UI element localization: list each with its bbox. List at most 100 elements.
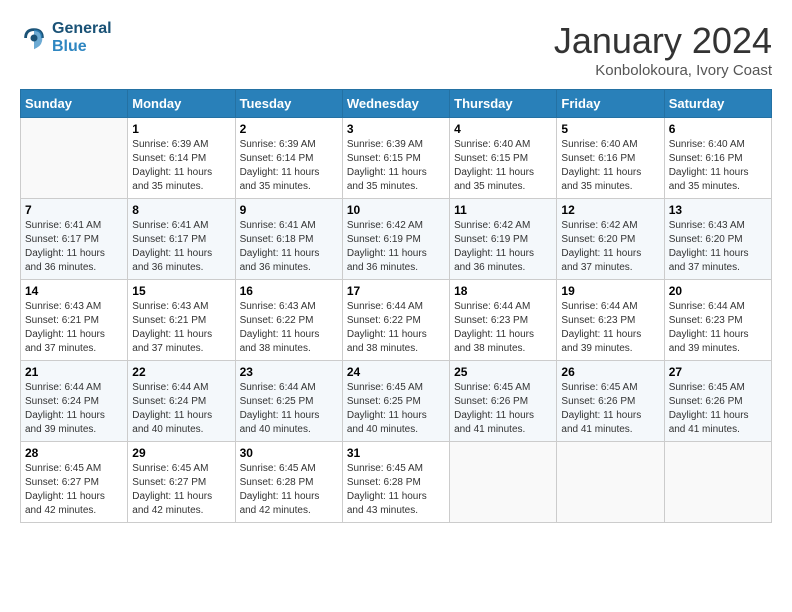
day-info: Sunrise: 6:44 AM Sunset: 6:23 PM Dayligh…	[454, 300, 552, 356]
day-number: 18	[454, 284, 552, 298]
day-info: Sunrise: 6:43 AM Sunset: 6:22 PM Dayligh…	[240, 300, 338, 356]
day-info: Sunrise: 6:39 AM Sunset: 6:15 PM Dayligh…	[347, 138, 445, 194]
day-info: Sunrise: 6:40 AM Sunset: 6:16 PM Dayligh…	[561, 138, 659, 194]
calendar-cell: 13 Sunrise: 6:43 AM Sunset: 6:20 PM Dayli…	[664, 199, 771, 280]
calendar-week-row: 21 Sunrise: 6:44 AM Sunset: 6:24 PM Dayli…	[21, 361, 772, 442]
calendar-cell: 31Sunrise: 6:45 AM Sunset: 6:28 PM Dayli…	[342, 442, 449, 523]
day-number: 26	[561, 365, 659, 379]
weekday-header: Saturday	[664, 90, 771, 118]
calendar-cell: 19Sunrise: 6:44 AM Sunset: 6:23 PM Dayli…	[557, 280, 664, 361]
day-info: Sunrise: 6:45 AM Sunset: 6:25 PM Dayligh…	[347, 381, 445, 437]
day-number: 6	[669, 122, 767, 136]
calendar-cell: 10Sunrise: 6:42 AM Sunset: 6:19 PM Dayli…	[342, 199, 449, 280]
calendar-cell	[450, 442, 557, 523]
calendar-cell: 25Sunrise: 6:45 AM Sunset: 6:26 PM Dayli…	[450, 361, 557, 442]
day-number: 29	[132, 446, 230, 460]
day-number: 15	[132, 284, 230, 298]
day-number: 16	[240, 284, 338, 298]
day-info: Sunrise: 6:42 AM Sunset: 6:19 PM Dayligh…	[347, 219, 445, 275]
day-number: 8	[132, 203, 230, 217]
calendar-cell: 28 Sunrise: 6:45 AM Sunset: 6:27 PM Dayli…	[21, 442, 128, 523]
logo: General Blue	[20, 20, 112, 55]
calendar-cell: 26 Sunrise: 6:45 AM Sunset: 6:26 PM Dayli…	[557, 361, 664, 442]
page-header: General Blue January 2024 Konbolokoura, …	[20, 20, 772, 79]
day-number: 23	[240, 365, 338, 379]
calendar-cell: 9 Sunrise: 6:41 AM Sunset: 6:18 PM Daylig…	[235, 199, 342, 280]
day-number: 28	[25, 446, 123, 460]
day-info: Sunrise: 6:41 AM Sunset: 6:17 PM Dayligh…	[132, 219, 230, 275]
title-block: January 2024 Konbolokoura, Ivory Coast	[554, 20, 772, 79]
day-info: Sunrise: 6:45 AM Sunset: 6:26 PM Dayligh…	[454, 381, 552, 437]
day-info: Sunrise: 6:44 AM Sunset: 6:24 PM Dayligh…	[132, 381, 230, 437]
day-number: 17	[347, 284, 445, 298]
day-info: Sunrise: 6:41 AM Sunset: 6:17 PM Dayligh…	[25, 219, 123, 275]
calendar-body: 1Sunrise: 6:39 AM Sunset: 6:14 PM Daylig…	[21, 118, 772, 523]
calendar-cell: 29 Sunrise: 6:45 AM Sunset: 6:27 PM Dayli…	[128, 442, 235, 523]
day-number: 9	[240, 203, 338, 217]
calendar-title: January 2024	[554, 20, 772, 62]
day-info: Sunrise: 6:43 AM Sunset: 6:20 PM Dayligh…	[669, 219, 767, 275]
calendar-cell: 15Sunrise: 6:43 AM Sunset: 6:21 PM Dayli…	[128, 280, 235, 361]
weekday-header: Tuesday	[235, 90, 342, 118]
calendar-cell: 21 Sunrise: 6:44 AM Sunset: 6:24 PM Dayli…	[21, 361, 128, 442]
calendar-cell: 16 Sunrise: 6:43 AM Sunset: 6:22 PM Dayli…	[235, 280, 342, 361]
calendar-cell: 24 Sunrise: 6:45 AM Sunset: 6:25 PM Dayli…	[342, 361, 449, 442]
logo-text: General Blue	[52, 20, 112, 55]
day-number: 4	[454, 122, 552, 136]
day-info: Sunrise: 6:42 AM Sunset: 6:19 PM Dayligh…	[454, 219, 552, 275]
calendar-cell: 22Sunrise: 6:44 AM Sunset: 6:24 PM Dayli…	[128, 361, 235, 442]
day-info: Sunrise: 6:45 AM Sunset: 6:27 PM Dayligh…	[132, 462, 230, 518]
day-number: 21	[25, 365, 123, 379]
day-info: Sunrise: 6:44 AM Sunset: 6:23 PM Dayligh…	[561, 300, 659, 356]
calendar-cell: 30 Sunrise: 6:45 AM Sunset: 6:28 PM Dayli…	[235, 442, 342, 523]
weekday-header: Monday	[128, 90, 235, 118]
day-info: Sunrise: 6:40 AM Sunset: 6:15 PM Dayligh…	[454, 138, 552, 194]
calendar-cell: 4 Sunrise: 6:40 AM Sunset: 6:15 PM Daylig…	[450, 118, 557, 199]
day-number: 7	[25, 203, 123, 217]
day-number: 13	[669, 203, 767, 217]
calendar-cell: 3 Sunrise: 6:39 AM Sunset: 6:15 PM Daylig…	[342, 118, 449, 199]
day-info: Sunrise: 6:45 AM Sunset: 6:27 PM Dayligh…	[25, 462, 123, 518]
calendar-week-row: 28 Sunrise: 6:45 AM Sunset: 6:27 PM Dayli…	[21, 442, 772, 523]
weekday-header: Thursday	[450, 90, 557, 118]
day-number: 2	[240, 122, 338, 136]
calendar-cell: 1Sunrise: 6:39 AM Sunset: 6:14 PM Daylig…	[128, 118, 235, 199]
day-number: 12	[561, 203, 659, 217]
day-number: 30	[240, 446, 338, 460]
calendar-cell: 11 Sunrise: 6:42 AM Sunset: 6:19 PM Dayli…	[450, 199, 557, 280]
day-info: Sunrise: 6:43 AM Sunset: 6:21 PM Dayligh…	[25, 300, 123, 356]
calendar-header-row: SundayMondayTuesdayWednesdayThursdayFrid…	[21, 90, 772, 118]
day-number: 11	[454, 203, 552, 217]
logo-icon	[20, 24, 48, 52]
calendar-cell: 5Sunrise: 6:40 AM Sunset: 6:16 PM Daylig…	[557, 118, 664, 199]
weekday-header: Sunday	[21, 90, 128, 118]
day-number: 3	[347, 122, 445, 136]
day-info: Sunrise: 6:45 AM Sunset: 6:26 PM Dayligh…	[561, 381, 659, 437]
calendar-cell: 7 Sunrise: 6:41 AM Sunset: 6:17 PM Daylig…	[21, 199, 128, 280]
calendar-week-row: 7 Sunrise: 6:41 AM Sunset: 6:17 PM Daylig…	[21, 199, 772, 280]
day-info: Sunrise: 6:39 AM Sunset: 6:14 PM Dayligh…	[240, 138, 338, 194]
day-number: 14	[25, 284, 123, 298]
calendar-cell: 8 Sunrise: 6:41 AM Sunset: 6:17 PM Daylig…	[128, 199, 235, 280]
day-info: Sunrise: 6:39 AM Sunset: 6:14 PM Dayligh…	[132, 138, 230, 194]
calendar-week-row: 1Sunrise: 6:39 AM Sunset: 6:14 PM Daylig…	[21, 118, 772, 199]
day-number: 24	[347, 365, 445, 379]
day-info: Sunrise: 6:44 AM Sunset: 6:24 PM Dayligh…	[25, 381, 123, 437]
day-info: Sunrise: 6:41 AM Sunset: 6:18 PM Dayligh…	[240, 219, 338, 275]
calendar-cell: 20Sunrise: 6:44 AM Sunset: 6:23 PM Dayli…	[664, 280, 771, 361]
calendar-cell: 12 Sunrise: 6:42 AM Sunset: 6:20 PM Dayli…	[557, 199, 664, 280]
calendar-week-row: 14 Sunrise: 6:43 AM Sunset: 6:21 PM Dayli…	[21, 280, 772, 361]
day-info: Sunrise: 6:44 AM Sunset: 6:22 PM Dayligh…	[347, 300, 445, 356]
day-info: Sunrise: 6:45 AM Sunset: 6:28 PM Dayligh…	[240, 462, 338, 518]
day-info: Sunrise: 6:42 AM Sunset: 6:20 PM Dayligh…	[561, 219, 659, 275]
calendar-cell: 17 Sunrise: 6:44 AM Sunset: 6:22 PM Dayli…	[342, 280, 449, 361]
calendar-cell: 27 Sunrise: 6:45 AM Sunset: 6:26 PM Dayli…	[664, 361, 771, 442]
day-info: Sunrise: 6:45 AM Sunset: 6:26 PM Dayligh…	[669, 381, 767, 437]
calendar-cell: 18 Sunrise: 6:44 AM Sunset: 6:23 PM Dayli…	[450, 280, 557, 361]
weekday-header: Wednesday	[342, 90, 449, 118]
calendar-cell	[664, 442, 771, 523]
calendar-cell: 2 Sunrise: 6:39 AM Sunset: 6:14 PM Daylig…	[235, 118, 342, 199]
day-number: 27	[669, 365, 767, 379]
calendar-cell	[557, 442, 664, 523]
day-info: Sunrise: 6:44 AM Sunset: 6:23 PM Dayligh…	[669, 300, 767, 356]
